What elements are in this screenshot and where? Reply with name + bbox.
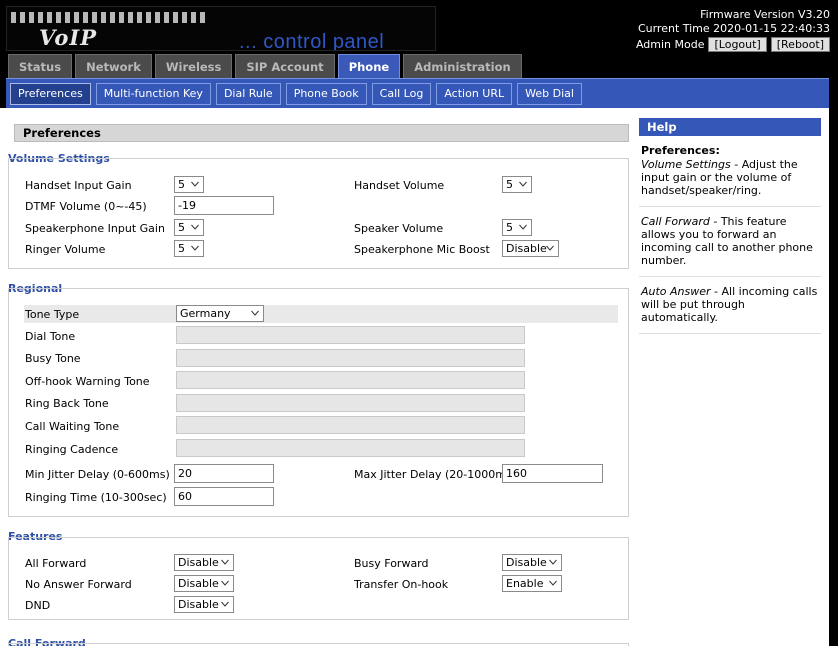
logo-text: VoIP <box>39 25 97 50</box>
dnd-label: DND <box>25 599 51 612</box>
handset-input-gain-select[interactable]: 5 <box>174 176 204 193</box>
handset-volume-label: Handset Volume <box>354 179 445 192</box>
subtab-web-dial[interactable]: Web Dial <box>517 82 582 105</box>
min-jitter-delay-label: Min Jitter Delay (0-600ms) <box>25 468 170 481</box>
help-call-forward-block: Call Forward - This feature allows you t… <box>639 207 821 277</box>
subtab-multi-function-key[interactable]: Multi-function Key <box>95 82 211 105</box>
max-jitter-delay-input[interactable]: 160 <box>502 464 603 483</box>
tab-administration[interactable]: Administration <box>403 54 522 78</box>
logo-stripes <box>11 12 205 23</box>
chevron-down-icon <box>191 245 199 251</box>
tone-type-row <box>24 305 618 323</box>
dial-tone-field <box>176 326 525 344</box>
busy-tone-field <box>176 349 525 367</box>
chevron-down-icon <box>546 245 554 251</box>
min-jitter-delay-input[interactable]: 20 <box>174 464 274 483</box>
logo-subtext: ... control panel <box>239 31 385 51</box>
chevron-down-icon <box>191 181 199 187</box>
tab-network[interactable]: Network <box>75 54 152 78</box>
no-answer-forward-label: No Answer Forward <box>25 578 132 591</box>
tab-wireless[interactable]: Wireless <box>154 54 233 78</box>
firmware-version: Firmware Version V3.20 <box>700 8 830 21</box>
max-jitter-delay-label: Max Jitter Delay (20-1000ms) <box>354 468 516 481</box>
tone-type-select[interactable]: Germany <box>176 305 264 322</box>
mic-boost-label: Speakerphone Mic Boost <box>354 243 490 256</box>
speakerphone-input-gain-label: Speakerphone Input Gain <box>25 222 165 235</box>
handset-input-gain-label: Handset Input Gain <box>25 179 132 192</box>
dtmf-volume-label: DTMF Volume (0~-45) <box>25 200 147 213</box>
help-panel: Help Preferences: Volume Settings - Adju… <box>639 118 821 334</box>
ring-back-tone-label: Ring Back Tone <box>25 397 109 410</box>
subtab-phone-book[interactable]: Phone Book <box>285 82 367 105</box>
help-title: Help <box>639 118 821 136</box>
chevron-down-icon <box>251 310 259 316</box>
offhook-warning-tone-label: Off-hook Warning Tone <box>25 375 150 388</box>
subtab-dial-rule[interactable]: Dial Rule <box>215 82 281 105</box>
ringing-cadence-label: Ringing Cadence <box>25 443 119 456</box>
speaker-volume-select[interactable]: 5 <box>502 219 532 236</box>
transfer-onhook-label: Transfer On-hook <box>354 578 449 591</box>
ringing-time-label: Ringing Time (10-300sec) <box>25 491 167 504</box>
chevron-down-icon <box>221 601 229 607</box>
ringer-volume-label: Ringer Volume <box>25 243 106 256</box>
call-waiting-tone-label: Call Waiting Tone <box>25 420 120 433</box>
tab-status[interactable]: Status <box>8 54 73 78</box>
dial-tone-label: Dial Tone <box>25 330 76 343</box>
chevron-down-icon <box>221 559 229 565</box>
sub-navigation: Preferences Multi-function Key Dial Rule… <box>6 78 829 108</box>
no-answer-forward-select[interactable]: Disable <box>174 575 234 592</box>
tone-type-label: Tone Type <box>25 308 80 321</box>
ringing-cadence-field <box>176 439 525 457</box>
logo: VoIP ... control panel <box>6 6 436 51</box>
help-auto-answer-term: Auto Answer <box>641 285 711 298</box>
tab-phone[interactable]: Phone <box>337 54 401 78</box>
dnd-select[interactable]: Disable <box>174 596 234 613</box>
speakerphone-input-gain-select[interactable]: 5 <box>174 219 204 236</box>
help-heading: Preferences: <box>641 144 720 157</box>
help-auto-answer-block: Auto Answer - All incoming calls will be… <box>639 277 821 334</box>
all-forward-select[interactable]: Disable <box>174 554 234 571</box>
help-volume-block: Preferences: Volume Settings - Adjust th… <box>639 136 821 207</box>
ringer-volume-select[interactable]: 5 <box>174 240 204 257</box>
help-call-forward-term: Call Forward <box>641 215 710 228</box>
busy-forward-label: Busy Forward <box>354 557 429 570</box>
busy-tone-label: Busy Tone <box>25 352 81 365</box>
ring-back-tone-field <box>176 394 525 412</box>
reboot-button[interactable]: [Reboot] <box>770 37 830 52</box>
page-title: Preferences <box>14 124 629 142</box>
header-info: Firmware Version V3.20 Current Time 2020… <box>636 8 830 52</box>
mic-boost-select[interactable]: Disable <box>502 240 559 257</box>
content-area: Preferences Volume Settings Handset Inpu… <box>0 108 829 646</box>
subtab-action-url[interactable]: Action URL <box>436 82 513 105</box>
main-tabs: Status Network Wireless SIP Account Phon… <box>8 54 522 78</box>
call-waiting-tone-field <box>176 416 525 434</box>
current-time: Current Time 2020-01-15 22:40:33 <box>637 22 830 35</box>
busy-forward-select[interactable]: Disable <box>502 554 562 571</box>
ringing-time-input[interactable]: 60 <box>174 487 274 506</box>
chevron-down-icon <box>221 580 229 586</box>
chevron-down-icon <box>519 181 527 187</box>
chevron-down-icon <box>519 224 527 230</box>
all-forward-label: All Forward <box>25 557 87 570</box>
chevron-down-icon <box>549 559 557 565</box>
chevron-down-icon <box>549 580 557 586</box>
transfer-onhook-select[interactable]: Enable <box>502 575 562 592</box>
logout-button[interactable]: [Logout] <box>708 37 767 52</box>
subtab-call-log[interactable]: Call Log <box>371 82 432 105</box>
right-edge <box>829 78 838 646</box>
dtmf-volume-input[interactable]: -19 <box>174 196 274 215</box>
speaker-volume-label: Speaker Volume <box>354 222 444 235</box>
offhook-warning-tone-field <box>176 371 525 389</box>
subtab-preferences[interactable]: Preferences <box>10 82 91 105</box>
admin-mode: Admin Mode <box>635 37 705 51</box>
handset-volume-select[interactable]: 5 <box>502 176 532 193</box>
chevron-down-icon <box>191 224 199 230</box>
help-volume-term: Volume Settings <box>641 158 731 171</box>
tab-sip-account[interactable]: SIP Account <box>235 54 335 78</box>
